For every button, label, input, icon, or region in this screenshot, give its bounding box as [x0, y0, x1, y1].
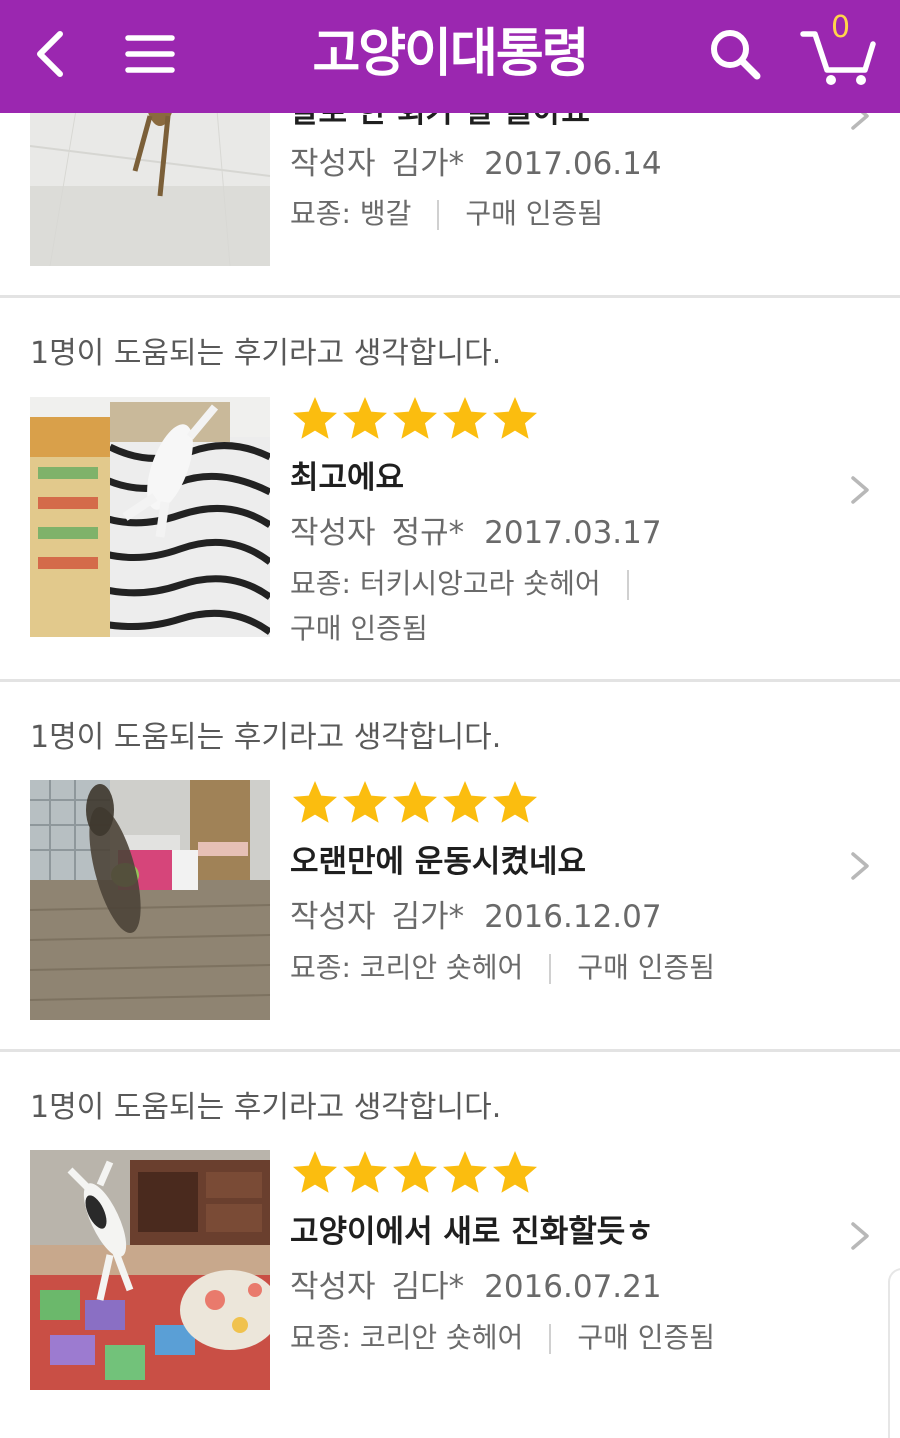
- review-date: 2017.03.17: [484, 515, 662, 551]
- review-item[interactable]: 1명이 도움되는 후기라고 생각합니다.: [0, 1052, 900, 1428]
- review-title: 최고에요: [290, 460, 405, 496]
- review-meta: 작성자 김가* 2016.12.07: [290, 895, 662, 939]
- helpful-count-text: 1명이 도움되는 후기라고 생각합니다.: [30, 336, 502, 371]
- review-item[interactable]: 1명이 도움되는 후기라고 생각합니다.: [0, 682, 900, 1052]
- app-header: 고양이대통령 0: [0, 0, 900, 113]
- star-rating: [290, 778, 540, 830]
- review-date: 2016.07.21: [484, 1269, 662, 1305]
- star-icon: [393, 397, 437, 439]
- star-icon: [443, 397, 487, 439]
- cart-button[interactable]: 0: [795, 10, 885, 90]
- separator: [437, 200, 440, 230]
- breed-info: 묘종: 뱅갈 구매 인증됨: [290, 194, 603, 234]
- back-button[interactable]: [22, 22, 78, 86]
- author-name: 김가*: [391, 899, 465, 935]
- star-icon: [293, 1151, 337, 1193]
- app-logo-title[interactable]: 고양이대통령: [250, 18, 650, 90]
- cart-count-badge: 0: [831, 10, 851, 45]
- helpful-count-text: 1명이 도움되는 후기라고 생각합니다.: [30, 1090, 502, 1125]
- star-icon: [343, 397, 387, 439]
- verified-badge: 구매 인증됨: [577, 1321, 716, 1354]
- star-icon: [393, 1151, 437, 1193]
- helpful-count-text: 1명이 도움되는 후기라고 생각합니다.: [30, 720, 502, 755]
- review-photo[interactable]: [30, 397, 270, 637]
- verified-badge: 구매 인증됨: [290, 612, 428, 645]
- breed-info: 묘종: 코리안 숏헤어 구매 인증됨: [290, 1318, 715, 1358]
- review-title: 오랜만에 운동시켰네요: [290, 844, 586, 880]
- review-photo[interactable]: [30, 1150, 270, 1390]
- scroll-to-top-tab[interactable]: [888, 1268, 900, 1438]
- star-icon: [293, 397, 337, 439]
- star-rating: [290, 394, 540, 446]
- chevron-right-icon[interactable]: [845, 1216, 875, 1256]
- star-icon: [343, 1151, 387, 1193]
- separator: [549, 954, 552, 984]
- review-date: 2016.12.07: [484, 899, 662, 935]
- star-icon: [493, 781, 537, 823]
- menu-button[interactable]: [118, 22, 182, 86]
- hamburger-menu-icon: [125, 35, 175, 73]
- review-title: 고양이에서 새로 진화할듯ㅎ: [290, 1214, 654, 1250]
- separator: [626, 570, 629, 600]
- separator: [549, 1324, 552, 1354]
- author-name: 정규*: [391, 515, 465, 551]
- review-photo[interactable]: [30, 780, 270, 1020]
- author-name: 김다*: [391, 1269, 465, 1305]
- star-rating: [290, 1148, 540, 1200]
- breed-info: 묘종: 터키시앙고라 숏헤어: [290, 564, 655, 604]
- breed-info: 묘종: 코리안 숏헤어 구매 인증됨: [290, 948, 715, 988]
- review-meta: 작성자 김가* 2017.06.14: [290, 142, 662, 186]
- breed-label: 묘종: 터키시앙고라 숏헤어: [290, 567, 601, 600]
- search-icon: [711, 30, 761, 80]
- star-icon: [393, 781, 437, 823]
- search-button[interactable]: [700, 20, 770, 88]
- star-icon: [343, 781, 387, 823]
- star-icon: [493, 1151, 537, 1193]
- star-icon: [443, 1151, 487, 1193]
- breed-label: 묘종: 코리안 숏헤어: [290, 951, 524, 984]
- author-label: 작성자: [290, 515, 376, 551]
- verified-badge: 구매 인증됨: [465, 197, 604, 230]
- review-meta: 작성자 정규* 2017.03.17: [290, 511, 662, 555]
- chevron-right-icon[interactable]: [845, 470, 875, 510]
- author-name: 김가*: [391, 146, 465, 182]
- review-meta: 작성자 김다* 2016.07.21: [290, 1265, 662, 1309]
- chevron-left-icon: [37, 31, 63, 77]
- chevron-right-icon[interactable]: [845, 846, 875, 886]
- author-label: 작성자: [290, 1269, 376, 1305]
- breed-label: 묘종: 뱅갈: [290, 197, 412, 230]
- author-label: 작성자: [290, 146, 376, 182]
- star-icon: [443, 781, 487, 823]
- review-item[interactable]: 1명이 도움되는 후기라고 생각합니다.: [0, 298, 900, 682]
- star-icon: [493, 397, 537, 439]
- review-date: 2017.06.14: [484, 146, 662, 182]
- breed-label: 묘종: 코리안 숏헤어: [290, 1321, 524, 1354]
- author-label: 작성자: [290, 899, 376, 935]
- verified-badge: 구매 인증됨: [577, 951, 716, 984]
- star-icon: [293, 781, 337, 823]
